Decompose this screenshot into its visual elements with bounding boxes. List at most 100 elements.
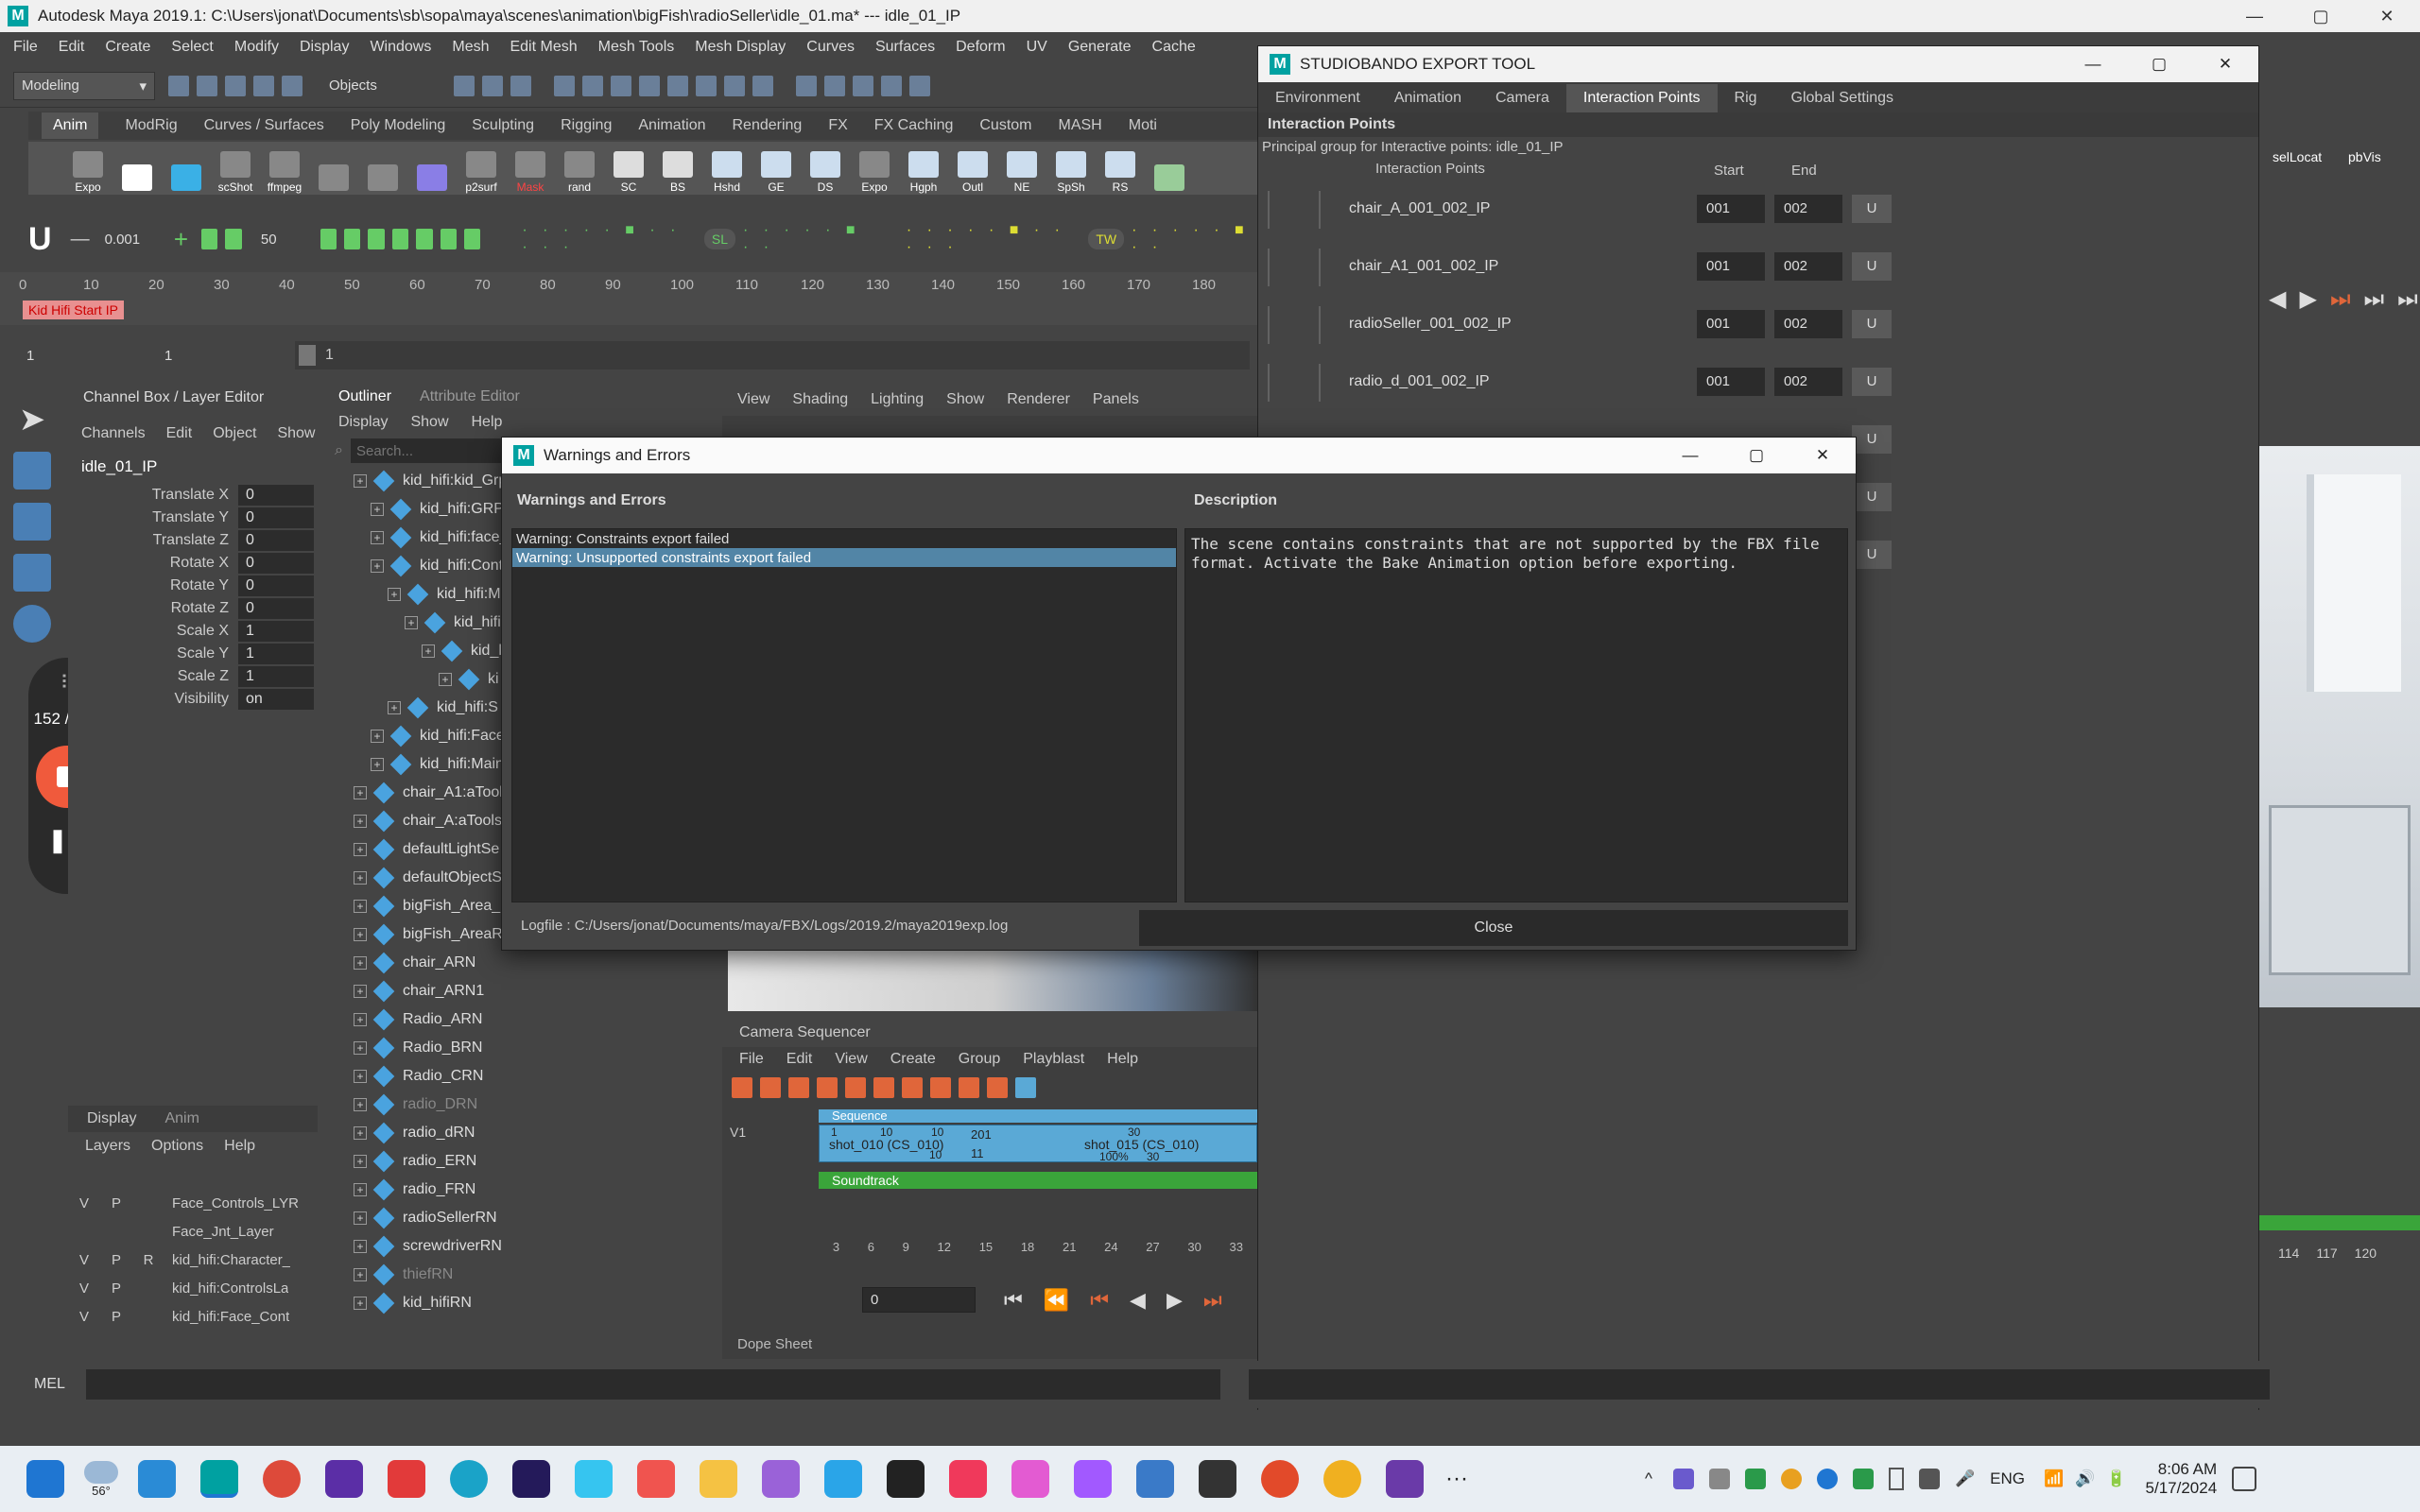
channel-box-tab[interactable]: Channel Box / Layer Editor: [68, 384, 318, 412]
expand-toggle-icon[interactable]: +: [354, 985, 367, 998]
terminal-icon[interactable]: [1199, 1460, 1236, 1498]
layer-row[interactable]: V P Face_Controls_LYR: [68, 1189, 318, 1217]
percent-field[interactable]: 50: [252, 227, 302, 251]
key-tool-4-icon[interactable]: [391, 229, 409, 249]
snap-curve-icon[interactable]: [582, 75, 603, 96]
houdini-icon[interactable]: [762, 1460, 800, 1498]
viewport-show-menu[interactable]: Show: [946, 391, 984, 408]
shelf-button-hgph[interactable]: Hgph: [902, 143, 945, 194]
rs-go-to-end-icon[interactable]: ⏭: [2397, 286, 2418, 313]
viewport-panels-menu[interactable]: Panels: [1093, 391, 1139, 408]
ip-update-button[interactable]: U: [1852, 368, 1892, 396]
sequence-bar[interactable]: Sequence: [819, 1109, 1257, 1123]
notifications-icon[interactable]: [2232, 1467, 2257, 1491]
expand-toggle-icon[interactable]: +: [354, 1268, 367, 1281]
layer-visibility[interactable]: V: [68, 1280, 100, 1297]
step-value-field[interactable]: 0.001: [96, 227, 164, 251]
attr-translate-z[interactable]: Translate Z 0: [68, 529, 318, 552]
attr-visibility[interactable]: Visibility on: [68, 688, 318, 711]
attr-value[interactable]: 1: [238, 666, 314, 687]
layer-row[interactable]: Face_Jnt_Layer: [68, 1217, 318, 1246]
save-scene-icon[interactable]: [225, 75, 246, 96]
key-tool-2-icon[interactable]: [344, 229, 361, 249]
dialog-maximize-button[interactable]: ▢: [1723, 446, 1789, 465]
menu-mesh-display[interactable]: Mesh Display: [695, 39, 786, 56]
expand-toggle-icon[interactable]: +: [354, 1098, 367, 1111]
seq-tool-11-icon[interactable]: [1015, 1077, 1036, 1098]
snap-point-icon[interactable]: [611, 75, 631, 96]
seq-tool-6-icon[interactable]: [873, 1077, 894, 1098]
menu-display[interactable]: Display: [300, 39, 349, 56]
tw-toggle[interactable]: TW: [1088, 229, 1125, 249]
expand-toggle-icon[interactable]: +: [354, 1126, 367, 1140]
ip-update-button[interactable]: U: [1852, 195, 1892, 223]
lock-icon[interactable]: [724, 75, 745, 96]
ip-update-button[interactable]: U: [1852, 252, 1892, 281]
seq-playblast-menu[interactable]: Playblast: [1023, 1051, 1084, 1068]
ip-update-button[interactable]: U: [1852, 310, 1892, 338]
ip-update-button[interactable]: U: [1852, 541, 1892, 569]
expand-toggle-icon[interactable]: +: [354, 871, 367, 885]
expand-toggle-icon[interactable]: +: [354, 815, 367, 828]
play-forward-icon[interactable]: ▶: [1167, 1288, 1183, 1313]
outliner-row[interactable]: + radio_DRN: [354, 1091, 713, 1119]
attr-scale-z[interactable]: Scale Z 1: [68, 665, 318, 688]
asana-icon[interactable]: [637, 1460, 675, 1498]
seq-tool-icon[interactable]: [732, 1077, 752, 1098]
show-menu[interactable]: Show: [277, 425, 315, 442]
tween-icon[interactable]: [463, 229, 481, 249]
tray-app-2-icon[interactable]: [1708, 1469, 1730, 1489]
snap-surface-icon[interactable]: [667, 75, 688, 96]
tray-chevron-icon[interactable]: ^: [1645, 1469, 1652, 1488]
seq-tool-5-icon[interactable]: [845, 1077, 866, 1098]
magnet-icon[interactable]: [796, 75, 817, 96]
pen-icon[interactable]: [1918, 1469, 1940, 1489]
expand-toggle-icon[interactable]: +: [354, 786, 367, 799]
menu-set-dropdown[interactable]: Modeling ▾: [13, 71, 155, 100]
layers-help-menu[interactable]: Help: [224, 1138, 255, 1155]
volume-icon[interactable]: 🔊: [2075, 1469, 2095, 1488]
outliner-row[interactable]: + Radio_CRN: [354, 1062, 713, 1091]
shot-015-label[interactable]: shot_015 (CS_010): [1084, 1137, 1199, 1152]
shelf-button-expo-2[interactable]: Expo: [853, 143, 896, 194]
ip-end-field[interactable]: 002: [1774, 252, 1842, 281]
outliner-row[interactable]: + kid_hifiRN: [354, 1289, 713, 1317]
channels-menu[interactable]: Channels: [81, 425, 146, 442]
snap-view-icon[interactable]: [639, 75, 660, 96]
after-effects-icon[interactable]: [512, 1460, 550, 1498]
dope-sheet-tab[interactable]: Dope Sheet: [737, 1336, 812, 1352]
fusion-icon[interactable]: [325, 1460, 363, 1498]
layer-tab-anim[interactable]: Anim: [164, 1110, 199, 1127]
power-icon[interactable]: [440, 229, 457, 249]
menu-edit[interactable]: Edit: [59, 39, 85, 56]
rs-step-forward-icon[interactable]: ⏭: [2364, 286, 2385, 313]
lasso-tool-icon[interactable]: [13, 452, 51, 490]
menu-generate[interactable]: Generate: [1068, 39, 1132, 56]
dialog-minimize-button[interactable]: —: [1657, 446, 1723, 465]
music-icon[interactable]: [949, 1460, 987, 1498]
shelf-tab-curves-surfaces[interactable]: Curves / Surfaces: [204, 117, 324, 134]
shelf-button-bs[interactable]: BS: [656, 143, 700, 194]
shelf-button-reel[interactable]: [312, 143, 355, 194]
clock[interactable]: 8:06 AM 5/17/2024: [2146, 1460, 2218, 1498]
export-close-button[interactable]: ✕: [2192, 55, 2258, 74]
layer-row[interactable]: V P Rkid_hifi:Character_: [68, 1246, 318, 1274]
attr-rotate-y[interactable]: Rotate Y 0: [68, 575, 318, 597]
shelf-right-label[interactable]: selLocat: [2273, 149, 2322, 164]
shelf-tab-animation[interactable]: Animation: [638, 117, 705, 134]
export-minimize-button[interactable]: —: [2060, 55, 2126, 74]
outliner-row[interactable]: + Radio_BRN: [354, 1034, 713, 1062]
next-key-icon[interactable]: ⏭: [1203, 1288, 1222, 1313]
export-maximize-button[interactable]: ▢: [2126, 55, 2192, 74]
outliner-row[interactable]: + radioSellerRN: [354, 1204, 713, 1232]
expand-toggle-icon[interactable]: +: [371, 758, 384, 771]
attr-translate-y[interactable]: Translate Y 0: [68, 507, 318, 529]
tab-animation[interactable]: Animation: [1377, 84, 1478, 112]
vivaldi-icon[interactable]: [388, 1460, 425, 1498]
expand-toggle-icon[interactable]: +: [354, 900, 367, 913]
layer-tab-display[interactable]: Display: [87, 1110, 136, 1127]
expand-toggle-icon[interactable]: +: [422, 644, 435, 658]
current-frame-field[interactable]: 1: [157, 343, 276, 368]
ip-start-field[interactable]: 001: [1697, 368, 1765, 396]
menu-deform[interactable]: Deform: [956, 39, 1005, 56]
